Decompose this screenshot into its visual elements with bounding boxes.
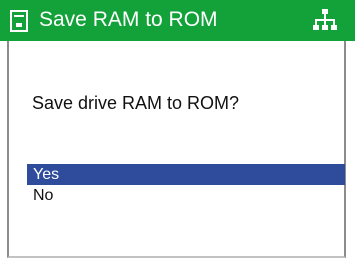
network-icon bbox=[313, 9, 337, 30]
title-bar: Save RAM to ROM bbox=[0, 0, 355, 41]
dialog-frame bbox=[7, 41, 346, 258]
option-yes[interactable]: Yes bbox=[27, 164, 345, 185]
device-screen: Save RAM to ROM Save drive RAM to ROM? Y… bbox=[0, 0, 355, 260]
device-save-icon bbox=[10, 10, 28, 32]
option-list: Yes No bbox=[27, 164, 345, 206]
dialog-question: Save drive RAM to ROM? bbox=[32, 93, 240, 113]
option-no[interactable]: No bbox=[27, 185, 345, 206]
window-title: Save RAM to ROM bbox=[39, 8, 218, 31]
